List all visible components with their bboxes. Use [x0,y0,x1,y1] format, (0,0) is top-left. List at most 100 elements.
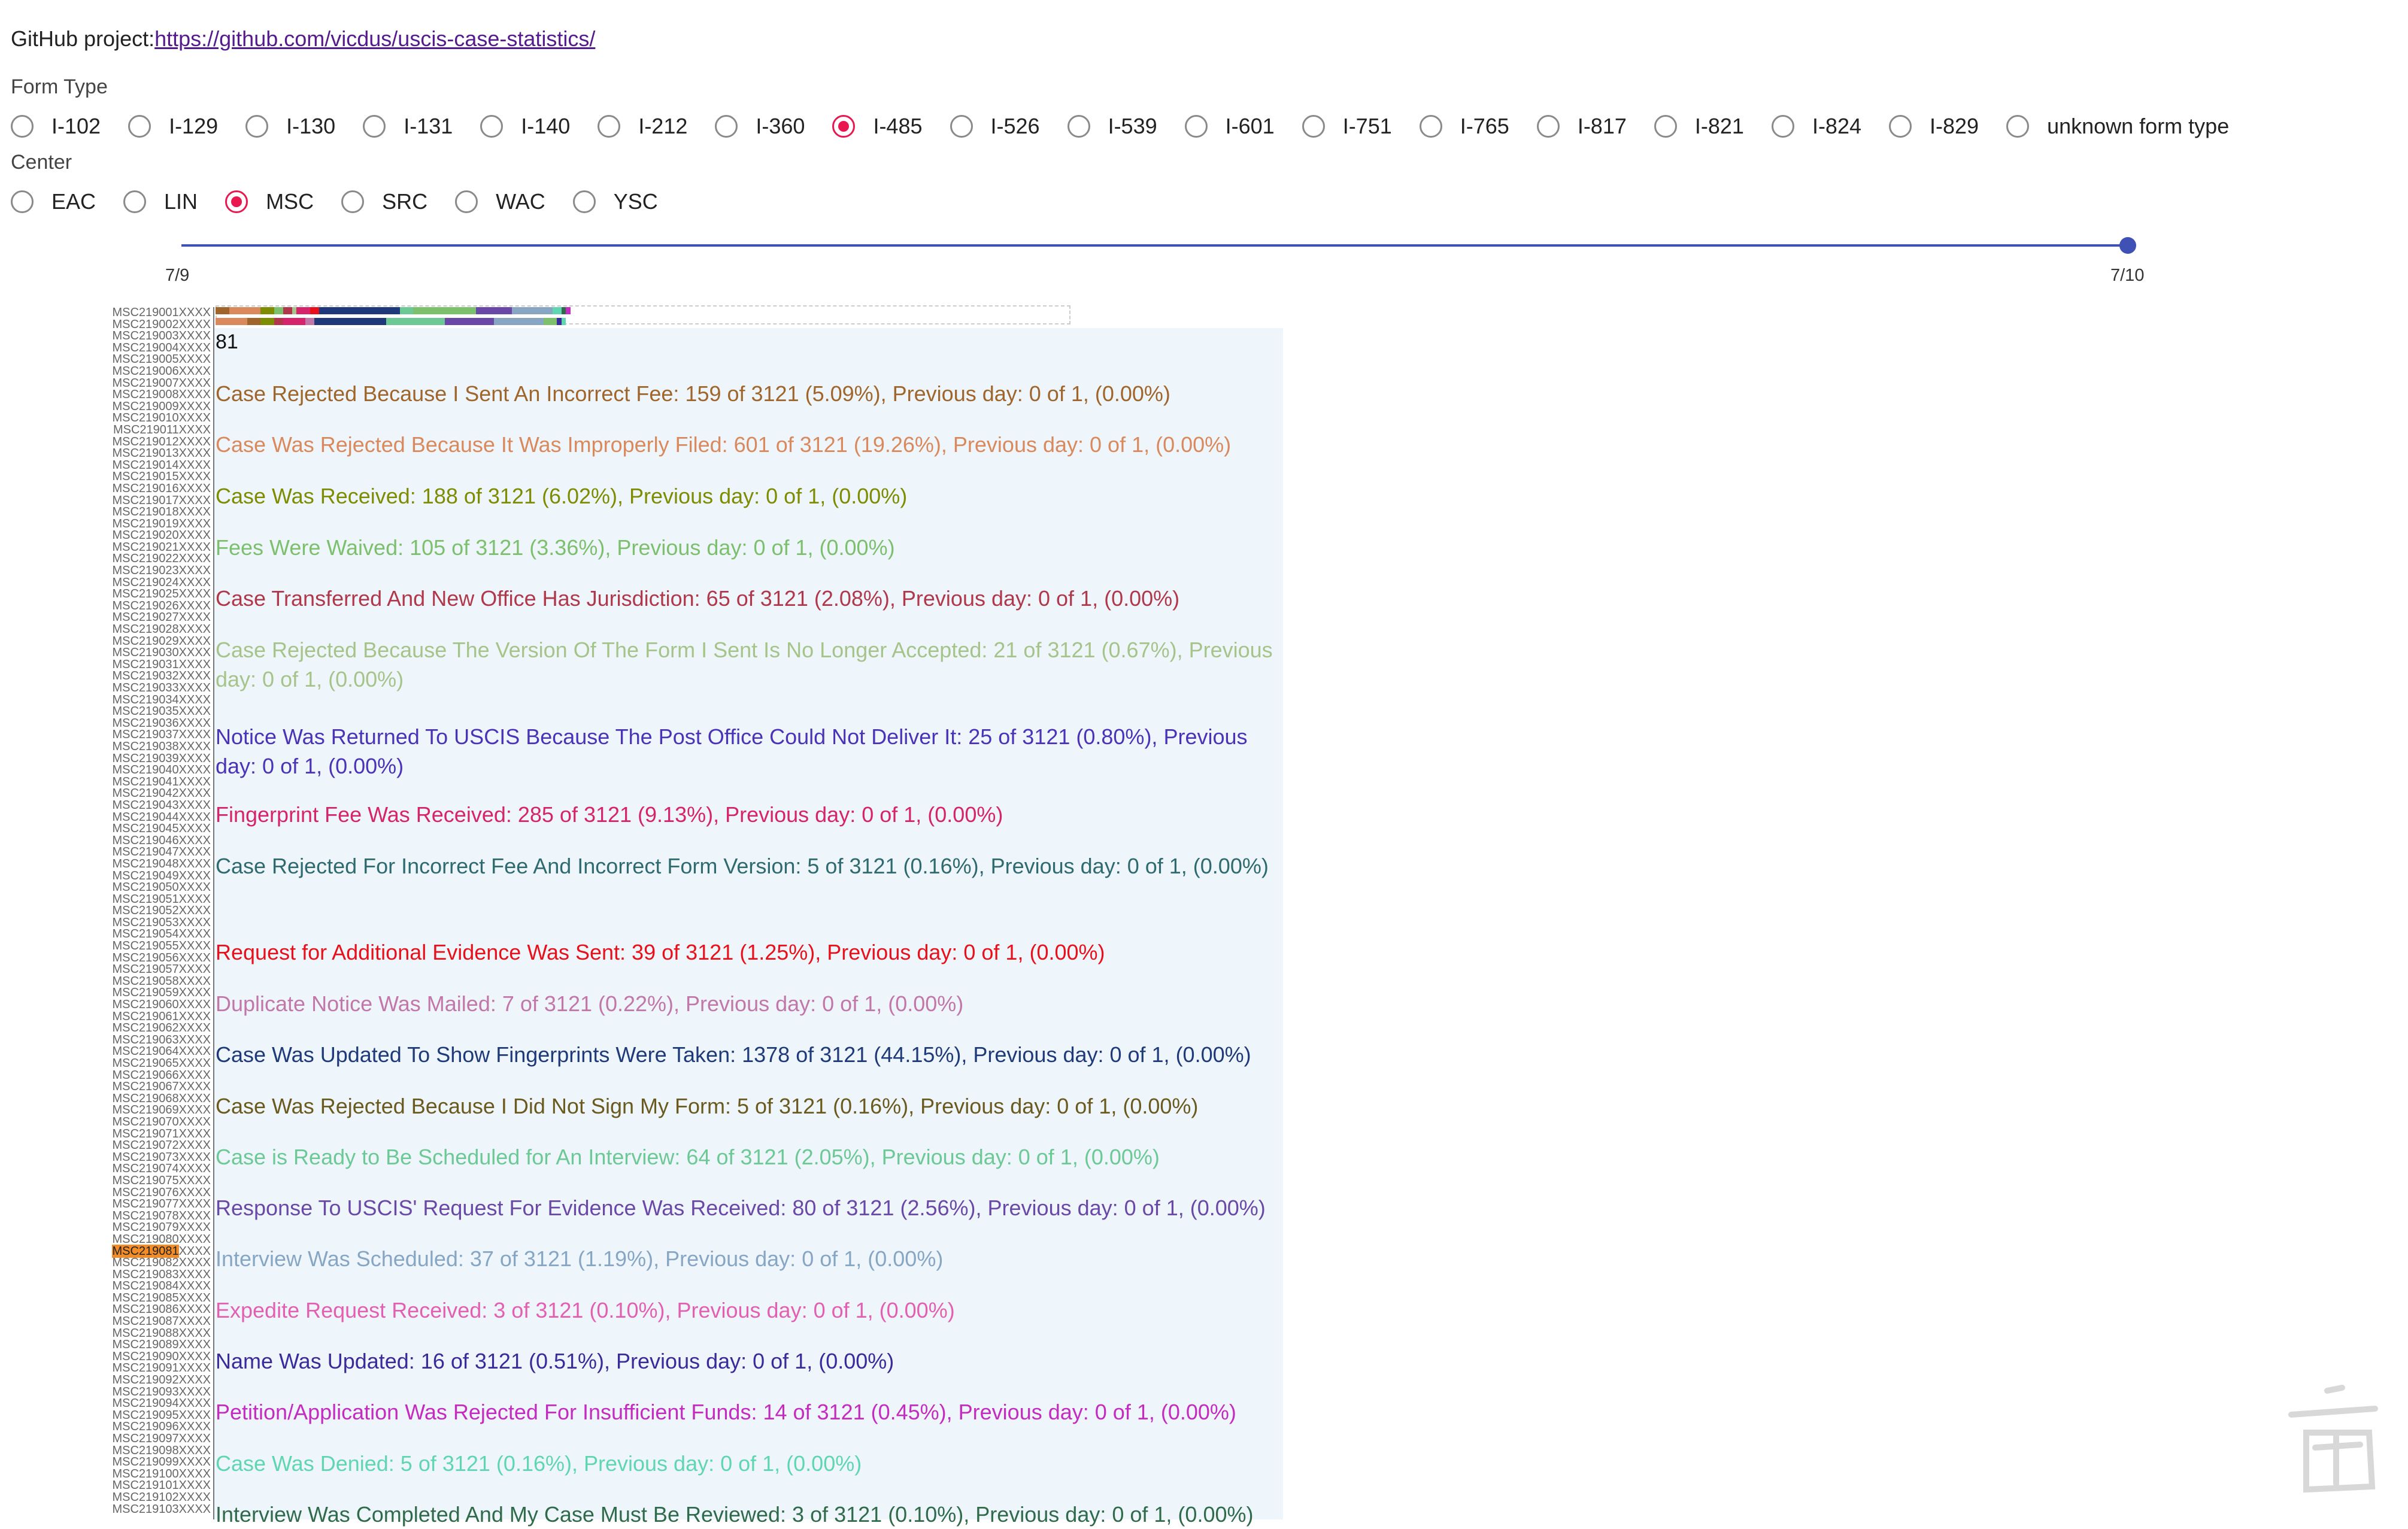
radio-button[interactable] [11,115,34,138]
center-option-label: LIN [164,189,198,214]
radio-button[interactable] [2006,115,2030,138]
form-type-option-label: I-129 [169,114,219,138]
bar-segment[interactable] [283,307,292,314]
bar-segment[interactable] [305,318,314,325]
center-option[interactable]: EAC [11,189,96,214]
bar-segment[interactable] [247,318,260,325]
github-project-label: GitHub project: [11,26,155,51]
form-type-option[interactable]: I-526 [950,114,1040,139]
form-type-option[interactable]: I-131 [363,114,453,139]
case-id-tick-label: MSC219067XXXX [112,1080,211,1094]
center-radio-group: EAC LIN MSC SRC WAC YSC [11,189,686,214]
date-slider-handle[interactable] [2119,237,2136,254]
bar-segment[interactable] [296,307,310,314]
bar-segment[interactable] [310,307,319,314]
bar-segment[interactable] [543,318,557,325]
case-id-tick-label: MSC219062XXXX [112,1021,211,1035]
form-type-option[interactable]: I-102 [11,114,101,139]
case-id-tick-label: MSC219099XXXX [112,1455,211,1469]
bar-segment[interactable] [319,307,400,314]
bar-segment[interactable] [476,307,512,314]
radio-button[interactable] [1889,115,1912,138]
form-type-option[interactable]: I-817 [1536,114,1627,139]
form-type-option[interactable]: I-765 [1419,114,1509,139]
bar-segment[interactable] [260,318,274,325]
radio-button[interactable] [225,190,248,213]
radio-button[interactable] [715,115,738,138]
radio-button[interactable] [245,115,269,138]
center-option-label: SRC [382,189,428,214]
center-option-label: WAC [496,189,545,214]
radio-button[interactable] [1302,115,1325,138]
status-bar-row-2[interactable] [216,318,566,325]
radio-button[interactable] [832,115,856,138]
center-option[interactable]: LIN [123,189,198,214]
form-type-option[interactable]: I-129 [128,114,218,139]
bar-segment[interactable] [413,307,476,314]
bar-segment[interactable] [314,318,386,325]
form-type-option[interactable]: unknown form type [2006,114,2229,139]
form-type-option[interactable]: I-829 [1889,114,1979,139]
form-type-option[interactable]: I-140 [480,114,570,139]
case-id-tick-label: MSC219028XXXX [112,623,211,636]
center-option[interactable]: WAC [455,189,545,214]
radio-button[interactable] [11,190,34,213]
center-option[interactable]: YSC [572,189,658,214]
radio-button[interactable] [1419,115,1442,138]
github-project-link[interactable]: https://github.com/vicdus/uscis-case-sta… [154,26,595,51]
form-type-option[interactable]: I-485 [832,114,923,139]
radio-button[interactable] [123,190,147,213]
bar-segment[interactable] [494,318,544,325]
radio-button[interactable] [363,115,386,138]
form-type-option[interactable]: I-824 [1771,114,1861,139]
form-type-option[interactable]: I-130 [245,114,335,139]
bar-segment[interactable] [561,307,566,314]
form-type-option[interactable]: I-360 [715,114,805,139]
radio-button[interactable] [480,115,504,138]
case-id-tick-label: MSC219079XXXX [112,1221,211,1234]
case-id-tick-label: MSC219016XXXX [112,481,211,495]
form-type-option[interactable]: I-539 [1067,114,1157,139]
case-id-tick-label: MSC219082XXXX [112,1256,211,1270]
case-id-tick-label: MSC219045XXXX [112,822,211,836]
form-type-option-label: I-824 [1812,114,1861,138]
bar-segment[interactable] [229,307,260,314]
radio-button[interactable] [455,190,478,213]
form-type-option[interactable]: I-601 [1184,114,1275,139]
radio-button[interactable] [598,115,621,138]
center-option[interactable]: MSC [225,189,314,214]
radio-button[interactable] [1184,115,1208,138]
form-type-option[interactable]: I-821 [1654,114,1744,139]
status-bar-row-1[interactable] [216,307,571,314]
bar-segment[interactable] [283,318,305,325]
date-slider-track[interactable] [181,244,2130,247]
radio-button[interactable] [1067,115,1090,138]
tooltip-status-item: Case Was Denied: 5 of 3121 (0.16%), Prev… [216,1451,862,1476]
radio-button[interactable] [1536,115,1560,138]
radio-button[interactable] [1654,115,1677,138]
radio-button[interactable] [572,190,596,213]
bar-segment[interactable] [552,307,562,314]
bar-segment[interactable] [274,318,283,325]
bar-segment[interactable] [557,318,562,325]
radio-button[interactable] [341,190,365,213]
bar-segment[interactable] [444,318,494,325]
bar-segment[interactable] [561,318,566,325]
bar-segment[interactable] [260,307,274,314]
bar-segment[interactable] [216,318,247,325]
form-type-option[interactable]: I-751 [1302,114,1392,139]
bar-segment[interactable] [386,318,445,325]
bar-segment[interactable] [216,307,229,314]
radio-button[interactable] [128,115,151,138]
bar-segment[interactable] [274,307,283,314]
bar-segment[interactable] [399,307,413,314]
bar-segment[interactable] [292,307,296,314]
radio-button[interactable] [950,115,973,138]
bar-segment[interactable] [566,307,571,314]
center-option[interactable]: SRC [341,189,427,214]
bar-segment[interactable] [512,307,553,314]
case-id-tick-label: MSC219092XXXX [112,1373,211,1387]
form-type-option[interactable]: I-212 [598,114,687,139]
tooltip-status-item: Case Was Updated To Show Fingerprints We… [216,1042,1251,1067]
radio-button[interactable] [1771,115,1794,138]
